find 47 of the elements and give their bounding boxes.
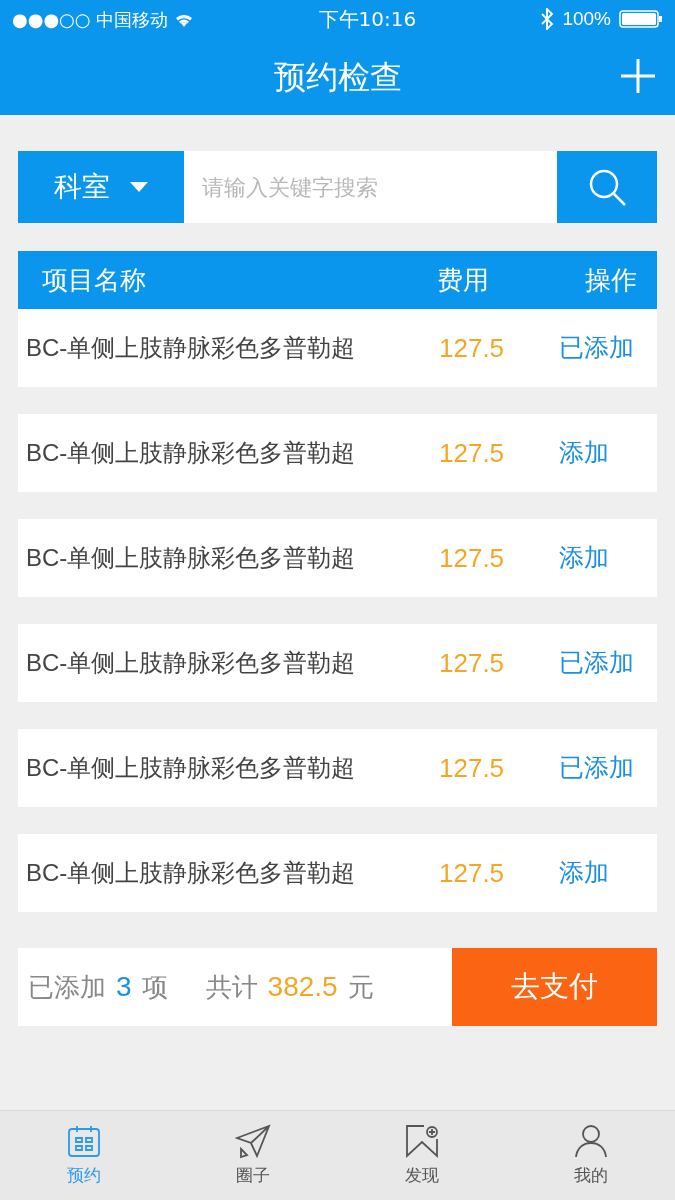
total-label: 共计: [205, 971, 258, 1004]
unit-label: 项: [141, 971, 168, 1004]
add-link[interactable]: 已添加: [559, 644, 649, 682]
item-fee: 127.5: [439, 856, 506, 890]
carrier-label: ●●●○○ 中国移动: [12, 7, 169, 32]
bluetooth-icon: [540, 8, 555, 30]
add-link[interactable]: 添加: [559, 854, 649, 892]
tab-item[interactable]: 发现: [337, 1111, 507, 1200]
pay-button[interactable]: 去支付: [452, 948, 657, 1026]
add-link[interactable]: 添加: [559, 434, 649, 472]
item-fee: 127.5: [439, 541, 506, 575]
item-fee: 127.5: [439, 436, 506, 470]
search-field[interactable]: 请输入关键字搜索: [184, 151, 557, 223]
battery-label: 100%: [562, 6, 611, 31]
currency-label: 元: [347, 971, 374, 1004]
column-header: 费用: [437, 263, 490, 297]
item-name: BC-单侧上肢静脉彩色多普勒超: [25, 753, 357, 783]
tab-item[interactable]: 我的: [506, 1111, 675, 1200]
item-fee: 127.5: [439, 751, 506, 785]
caret-icon: [130, 182, 148, 192]
paper-plane-icon: [235, 1122, 272, 1159]
add-link[interactable]: 已添加: [559, 329, 649, 367]
added-count: 3: [116, 970, 132, 1004]
item-name: BC-单侧上肢静脉彩色多普勒超: [25, 648, 357, 678]
item-name: BC-单侧上肢静脉彩色多普勒超: [25, 543, 357, 573]
column-header: 项目名称: [41, 263, 147, 297]
search-button[interactable]: [557, 151, 657, 223]
clock-label: 下午10:16: [318, 6, 417, 33]
item-fee: 127.5: [439, 331, 506, 365]
add-link[interactable]: 添加: [559, 539, 649, 577]
plus-icon[interactable]: [621, 59, 655, 93]
add-link[interactable]: 已添加: [559, 749, 649, 787]
battery-icon: [619, 10, 663, 28]
item-fee: 127.5: [439, 646, 506, 680]
item-name: BC-单侧上肢静脉彩色多普勒超: [25, 858, 357, 888]
item-name: BC-单侧上肢静脉彩色多普勒超: [25, 333, 357, 363]
page-title: 预约检查: [273, 57, 402, 97]
total-amount: 382.5: [267, 970, 338, 1004]
tab-item[interactable]: 预约: [0, 1111, 169, 1200]
search-icon: [587, 167, 627, 207]
column-header: 操作: [584, 263, 637, 297]
item-name: BC-单侧上肢静脉彩色多普勒超: [25, 438, 357, 468]
department-dropdown[interactable]: 科室: [18, 151, 184, 223]
bookmark-plus-icon: [403, 1122, 440, 1159]
person-icon: [572, 1122, 609, 1159]
tab-item[interactable]: 圈子: [168, 1111, 338, 1200]
added-label: 已添加: [28, 971, 106, 1004]
